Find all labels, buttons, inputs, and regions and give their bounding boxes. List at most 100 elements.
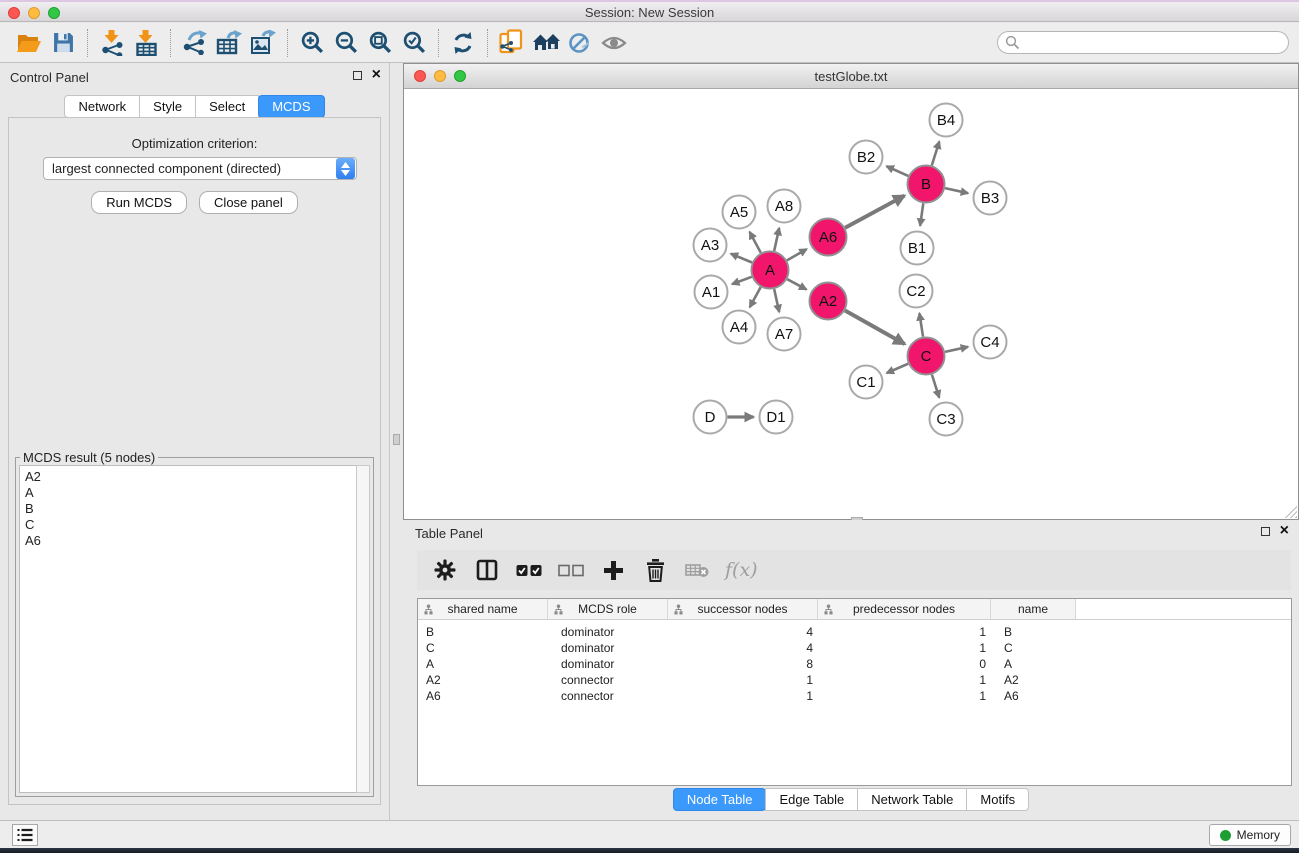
memory-button[interactable]: Memory (1209, 824, 1291, 846)
eye-icon[interactable] (597, 27, 631, 59)
graph-node-A8[interactable]: A8 (768, 190, 801, 223)
float-panel-icon[interactable] (353, 71, 362, 80)
home-icon[interactable] (529, 27, 563, 59)
graph-edge-A-A5[interactable] (750, 232, 761, 253)
graph-edge-A-A7[interactable] (774, 289, 779, 312)
network-canvas[interactable]: B4 B2 B B3 B1 A5 A8 A3 A6 A A1 A2 C2 A4 A7 C4 C C1 C3 D D1 (404, 89, 1298, 519)
table-tab-node-table[interactable]: Node Table (673, 788, 767, 811)
search-input[interactable] (1020, 34, 1288, 52)
table-row[interactable]: Adominator80A (418, 657, 1291, 673)
graph-node-D[interactable]: D (694, 401, 727, 434)
graph-edge-C-C3[interactable] (932, 375, 939, 398)
run-mcds-button[interactable]: Run MCDS (91, 191, 187, 214)
table-settings-gear-icon[interactable] (431, 554, 459, 586)
close-table-panel-icon[interactable]: × (1280, 526, 1289, 536)
window-resize-grip[interactable] (1285, 506, 1297, 518)
result-scrollbar[interactable] (356, 465, 370, 793)
table-row[interactable]: Bdominator41B (418, 625, 1291, 641)
graph-edge-C-C2[interactable] (919, 313, 923, 336)
tab-select[interactable]: Select (195, 95, 259, 118)
panel-splitter[interactable] (390, 63, 403, 820)
task-history-button[interactable] (12, 824, 38, 846)
import-table-icon[interactable] (129, 27, 163, 59)
zoom-fit-icon[interactable] (363, 27, 397, 59)
table-row[interactable]: A6connector11A6 (418, 689, 1291, 705)
graph-edge-A-A8[interactable] (774, 228, 779, 251)
tab-network[interactable]: Network (64, 95, 140, 118)
graph-node-C[interactable]: C (908, 338, 945, 375)
graph-node-C1[interactable]: C1 (850, 366, 883, 399)
table-tab-network-table[interactable]: Network Table (857, 788, 967, 811)
graph-edge-B-B2[interactable] (887, 166, 909, 176)
graph-edge-C-C1[interactable] (887, 364, 908, 373)
delete-column-icon[interactable] (641, 554, 669, 586)
mcds-result-item[interactable]: B (25, 501, 351, 517)
graph-node-D1[interactable]: D1 (760, 401, 793, 434)
table-tab-edge-table[interactable]: Edge Table (765, 788, 858, 811)
graph-node-B[interactable]: B (908, 166, 945, 203)
hide-graphics-details-icon[interactable] (563, 27, 597, 59)
export-table-icon[interactable] (212, 27, 246, 59)
graph-edge-B-B4[interactable] (932, 141, 939, 165)
splitter-grip[interactable] (393, 434, 400, 445)
column-header-name[interactable]: name (991, 599, 1076, 619)
save-session-icon[interactable] (46, 27, 80, 59)
table-row[interactable]: A2connector11A2 (418, 673, 1291, 689)
tab-mcds[interactable]: MCDS (258, 95, 324, 118)
deselect-all-rows-icon[interactable] (557, 554, 585, 586)
graph-edge-B-B1[interactable] (920, 203, 923, 225)
graph-node-A7[interactable]: A7 (768, 318, 801, 351)
graph-node-A4[interactable]: A4 (723, 311, 756, 344)
graph-node-A6[interactable]: A6 (810, 219, 847, 256)
zoom-selected-icon[interactable] (397, 27, 431, 59)
import-network-icon[interactable] (95, 27, 129, 59)
clone-network-icon[interactable] (495, 27, 529, 59)
graph-edge-C-C4[interactable] (945, 347, 968, 352)
graph-edge-A-A2[interactable] (787, 279, 806, 289)
table-row[interactable]: Cdominator41C (418, 641, 1291, 657)
graph-node-A[interactable]: A (752, 252, 789, 289)
select-all-rows-icon[interactable] (515, 554, 543, 586)
graph-edge-B-B3[interactable] (945, 188, 968, 193)
show-columns-icon[interactable] (473, 554, 501, 586)
column-header-MCDS-role[interactable]: MCDS role (548, 599, 668, 619)
table-tab-motifs[interactable]: Motifs (966, 788, 1029, 811)
graph-node-B2[interactable]: B2 (850, 141, 883, 174)
float-table-panel-icon[interactable] (1261, 527, 1270, 536)
export-network-icon[interactable] (178, 27, 212, 59)
graph-node-C2[interactable]: C2 (900, 275, 933, 308)
optimization-dropdown[interactable]: largest connected component (directed) (43, 157, 357, 180)
add-column-icon[interactable] (599, 554, 627, 586)
refresh-icon[interactable] (446, 27, 480, 59)
graph-node-C4[interactable]: C4 (974, 326, 1007, 359)
delete-table-icon[interactable] (683, 554, 711, 586)
graph-edge-A-A3[interactable] (731, 254, 752, 263)
close-panel-icon[interactable]: × (372, 70, 381, 80)
mcds-result-item[interactable]: A2 (25, 469, 351, 485)
graph-edge-A-A6[interactable] (787, 249, 807, 260)
graph-node-A3[interactable]: A3 (694, 229, 727, 262)
column-header-shared-name[interactable]: shared name (418, 599, 548, 619)
graph-edge-A-A1[interactable] (732, 277, 752, 284)
mcds-result-item[interactable]: C (25, 517, 351, 533)
column-header-predecessor-nodes[interactable]: predecessor nodes (818, 599, 991, 619)
open-file-icon[interactable] (12, 27, 46, 59)
graph-node-B3[interactable]: B3 (974, 182, 1007, 215)
graph-node-A2[interactable]: A2 (810, 283, 847, 320)
export-image-icon[interactable] (246, 27, 280, 59)
mcds-result-item[interactable]: A (25, 485, 351, 501)
graph-edge-A2-C[interactable] (845, 311, 905, 344)
graph-edge-A6-B[interactable] (845, 196, 904, 228)
close-panel-button[interactable]: Close panel (199, 191, 298, 214)
mcds-result-item[interactable]: A6 (25, 533, 351, 549)
graph-node-B1[interactable]: B1 (901, 232, 934, 265)
graph-node-A5[interactable]: A5 (723, 196, 756, 229)
graph-edge-A-A4[interactable] (750, 287, 761, 307)
graph-node-C3[interactable]: C3 (930, 403, 963, 436)
graph-node-A1[interactable]: A1 (695, 276, 728, 309)
zoom-out-icon[interactable] (329, 27, 363, 59)
tab-style[interactable]: Style (139, 95, 196, 118)
zoom-in-icon[interactable] (295, 27, 329, 59)
graph-node-B4[interactable]: B4 (930, 104, 963, 137)
column-header-successor-nodes[interactable]: successor nodes (668, 599, 818, 619)
